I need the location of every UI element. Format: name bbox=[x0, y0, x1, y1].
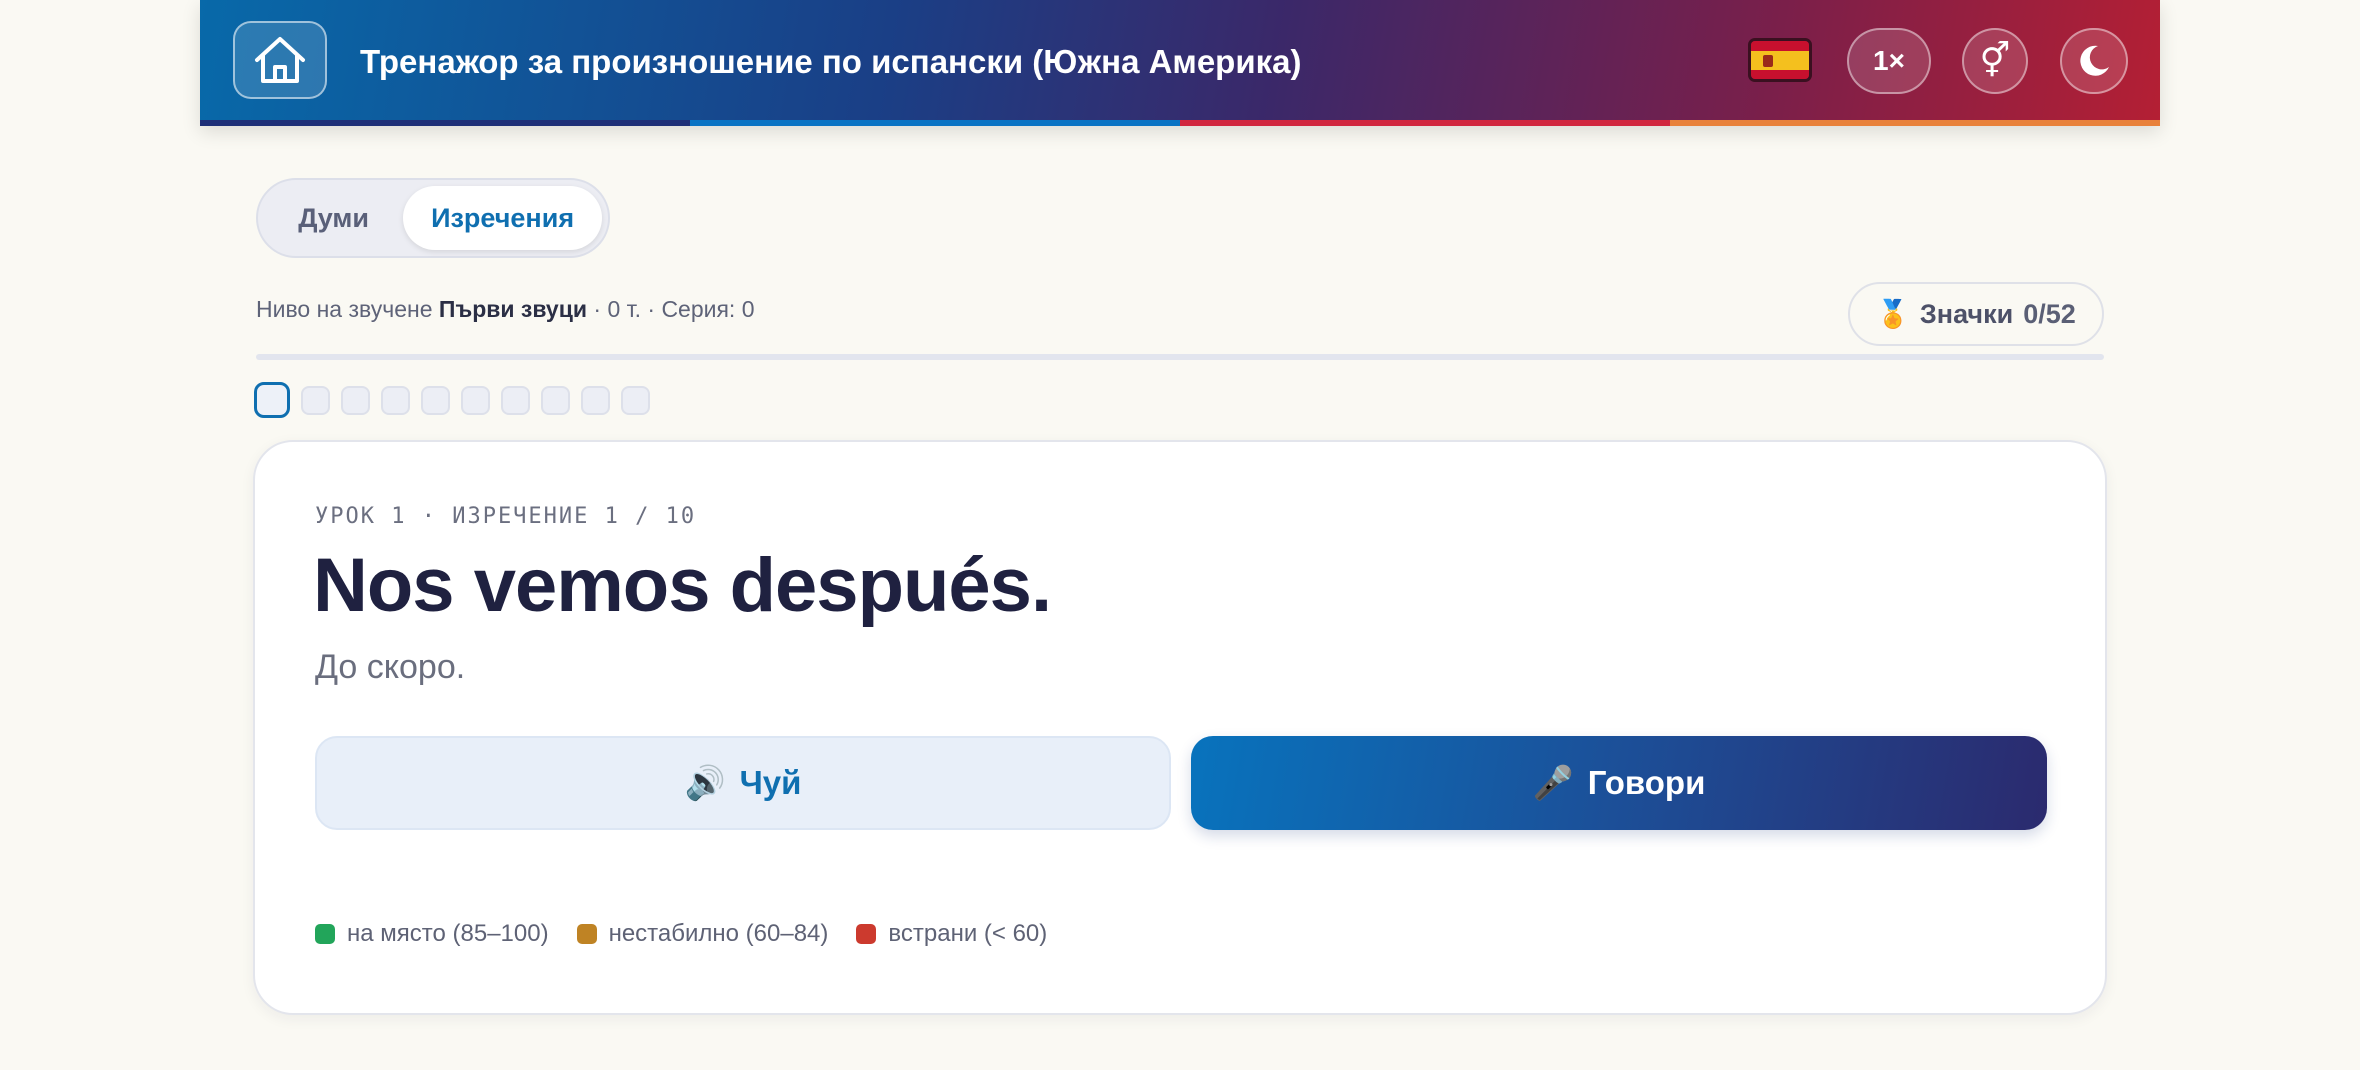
progress-bar bbox=[256, 354, 2104, 360]
phrase-translation: До скоро. bbox=[315, 648, 466, 686]
item-progress-dots bbox=[254, 382, 650, 418]
progress-dot[interactable] bbox=[341, 385, 370, 415]
speaker-icon: 🔊 bbox=[684, 763, 726, 801]
progress-dot[interactable] bbox=[421, 385, 450, 415]
voice-gender-button[interactable]: ⚥ bbox=[1962, 28, 2028, 94]
legend-label: встрани (< 60) bbox=[888, 920, 1048, 947]
legend-label: нестабилно (60–84) bbox=[608, 920, 829, 947]
badges-button[interactable]: 🏅 Значки 0/52 bbox=[1848, 282, 2104, 346]
home-button[interactable] bbox=[233, 21, 327, 99]
badges-label: Значки bbox=[1919, 298, 2014, 329]
legend-label: на място (85–100) bbox=[347, 920, 549, 947]
level-name: Първи звуци bbox=[438, 296, 587, 322]
listen-button[interactable]: 🔊 Чуй bbox=[315, 736, 1171, 830]
progress-dot[interactable] bbox=[254, 382, 290, 418]
microphone-icon: 🎤 bbox=[1532, 763, 1574, 801]
progress-dot[interactable] bbox=[501, 385, 530, 415]
lesson-label: УРОК 1 · ИЗРЕЧЕНИЕ 1 / 10 bbox=[315, 504, 697, 529]
app-header: Тренажор за произношение по испански (Юж… bbox=[200, 0, 2160, 126]
level-prefix: Ниво на звучене bbox=[256, 296, 433, 322]
progress-dot[interactable] bbox=[581, 385, 610, 415]
listen-label: Чуй bbox=[739, 764, 802, 801]
progress-dot[interactable] bbox=[541, 385, 570, 415]
speak-button[interactable]: 🎤 Говори bbox=[1191, 736, 2047, 830]
tab-phrases[interactable]: Изречения bbox=[403, 186, 602, 250]
tab-words[interactable]: Думи bbox=[264, 186, 403, 250]
mode-toggle: Думи Изречения bbox=[256, 178, 610, 258]
theme-toggle-button[interactable] bbox=[2060, 28, 2128, 94]
progress-dot[interactable] bbox=[301, 385, 330, 415]
streak-value: · Серия: 0 bbox=[647, 296, 755, 322]
target-phrase: Nos vemos después. bbox=[313, 543, 1052, 628]
progress-dot[interactable] bbox=[381, 385, 410, 415]
points-value: · 0 т. bbox=[593, 296, 641, 322]
progress-dot[interactable] bbox=[461, 385, 490, 415]
legend-item: на място (85–100) bbox=[315, 920, 549, 948]
legend-swatch bbox=[576, 924, 597, 944]
home-icon bbox=[255, 37, 305, 83]
speak-label: Говори bbox=[1587, 764, 1706, 801]
badges-count: 0/52 bbox=[2023, 298, 2076, 329]
phrase-card: УРОК 1 · ИЗРЕЧЕНИЕ 1 / 10 Nos vemos desp… bbox=[253, 440, 2107, 1015]
level-status: Ниво на звучене Първи звуци · 0 т. · Сер… bbox=[256, 296, 755, 323]
legend-swatch bbox=[856, 924, 877, 944]
medal-icon: 🏅 bbox=[1876, 299, 1910, 329]
gender-icon: ⚥ bbox=[1979, 42, 2011, 80]
score-legend: на място (85–100) нестабилно (60–84) вст… bbox=[315, 920, 1047, 948]
legend-swatch bbox=[315, 924, 335, 944]
header-color-stripes bbox=[200, 120, 2160, 126]
legend-item: встрани (< 60) bbox=[856, 920, 1047, 948]
moon-icon bbox=[2080, 45, 2109, 76]
progress-dot[interactable] bbox=[621, 385, 650, 415]
legend-item: нестабилно (60–84) bbox=[576, 920, 829, 948]
app-title: Тренажор за произношение по испански (Юж… bbox=[360, 42, 1302, 80]
playback-speed-button[interactable]: 1× bbox=[1847, 28, 1931, 94]
spain-flag-icon[interactable] bbox=[1748, 38, 1812, 82]
